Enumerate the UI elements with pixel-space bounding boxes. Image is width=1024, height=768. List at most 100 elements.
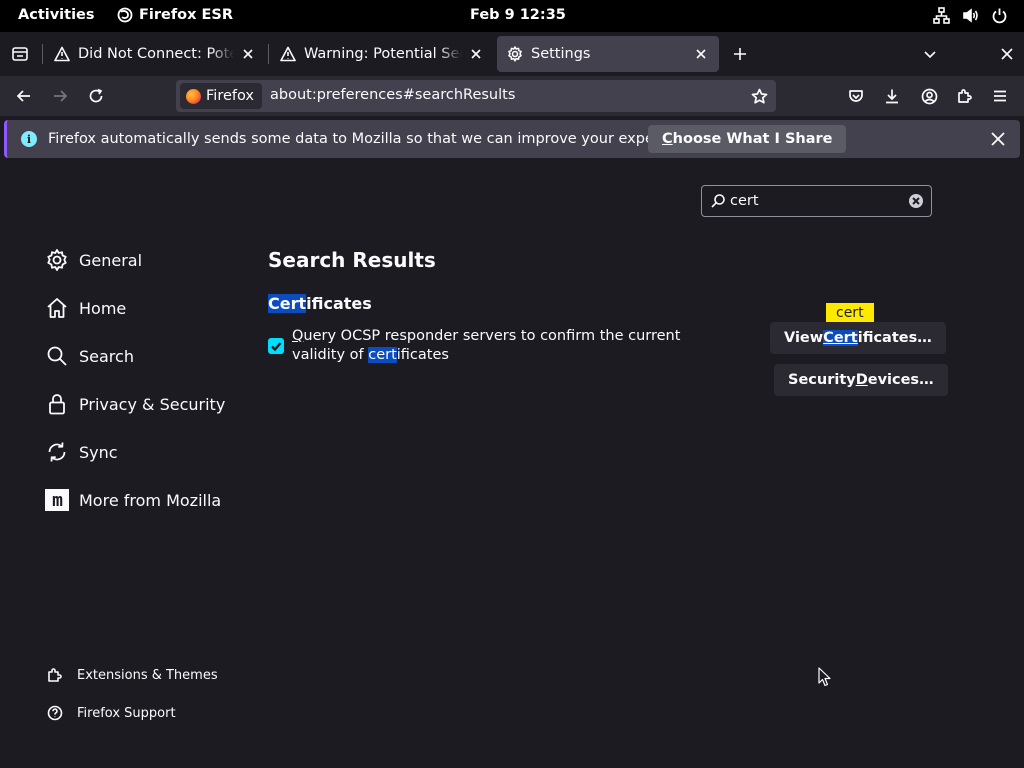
firefox-app-icon [117,7,133,23]
data-reporting-notification: i Firefox automatically sends some data … [4,120,1020,158]
search-highlight: Cert [823,330,858,346]
category-label: Search [79,346,134,366]
category-sync[interactable]: Sync [45,440,118,464]
identity-box[interactable]: Firefox [180,83,262,109]
notification-text: Firefox automatically sends some data to… [48,131,704,147]
account-icon [921,88,937,104]
tab-close-button[interactable] [693,46,709,62]
footer-link-label: Extensions & Themes [77,667,218,683]
activities-button[interactable]: Activities [18,7,95,23]
category-label: General [79,250,143,270]
tab-separator [42,44,43,64]
tab-did-not-connect[interactable]: Did Not Connect: Potential Security Issu… [44,36,266,72]
tab-close-button[interactable] [240,46,256,62]
account-button[interactable] [915,82,943,110]
category-more-from-mozilla[interactable]: m More from Mozilla [45,488,221,512]
arrow-right-icon [54,90,68,102]
url-bar[interactable]: Firefox about:preferences#searchResults [176,80,776,112]
category-search[interactable]: Search [45,344,134,368]
bookmark-star-button[interactable] [748,85,770,107]
tab-separator [268,44,269,64]
tab-title: Settings [531,46,591,62]
extensions-button[interactable] [951,82,979,110]
back-button[interactable] [10,82,38,110]
tab-title: Did Not Connect: Potential Security Issu… [78,46,234,62]
new-tab-button[interactable] [725,39,755,69]
warning-icon [54,46,70,62]
close-icon [696,49,706,59]
puzzle-icon [958,89,972,103]
app-menu[interactable]: Firefox ESR [117,7,233,23]
firefox-logo-icon [186,88,201,104]
download-icon [886,89,898,104]
power-icon [991,7,1008,24]
group-title-rest: ificates [306,294,372,313]
network-icon [933,7,950,24]
close-icon [243,49,253,59]
app-menu-button[interactable] [986,82,1014,110]
search-match-tooltip: cert [826,303,874,328]
clock[interactable]: Feb 9 12:35 [470,7,566,23]
forward-button[interactable] [46,82,74,110]
pocket-button[interactable] [842,82,870,110]
close-icon [471,49,481,59]
info-icon: i [21,131,37,147]
identity-label: Firefox [206,88,254,104]
ocsp-checkbox-label[interactable]: Query OCSP responder servers to confirm … [292,327,732,365]
gear-icon [45,248,69,272]
search-results-title: Search Results [268,248,436,272]
tab-title: Warning: Potential Security Risk Ahead [304,46,462,62]
system-top-bar: Activities Firefox ESR Feb 9 12:35 [0,0,1024,32]
close-icon [991,132,1005,146]
search-icon [45,344,69,368]
settings-search-input[interactable]: cert [701,185,932,217]
button-label: evices… [867,372,934,388]
close-icon [1001,48,1013,60]
reload-button[interactable] [82,82,110,110]
app-name: Firefox ESR [139,7,234,23]
home-icon [45,296,69,320]
extensions-themes-link[interactable]: Extensions & Themes [47,667,218,683]
navigation-toolbar: Firefox about:preferences#searchResults [0,76,1024,116]
button-label: View [784,330,824,346]
plus-icon [734,48,746,60]
choose-what-i-share-button[interactable]: Choose What I Share [648,125,847,153]
help-icon [47,705,63,721]
url-input[interactable]: about:preferences#searchResults [270,87,515,103]
tab-strip: Did Not Connect: Potential Security Issu… [0,32,1024,76]
category-general[interactable]: General [45,248,142,272]
system-status-area[interactable] [933,7,1008,24]
clear-search-button[interactable] [909,194,923,208]
tab-warning-security-risk[interactable]: Warning: Potential Security Risk Ahead [270,36,494,72]
search-highlight: Cert [268,294,307,313]
sync-icon [45,440,69,464]
window-close-button[interactable] [992,39,1022,69]
firefox-support-link[interactable]: Firefox Support [47,705,176,721]
button-label: hoose What I Share [672,131,833,147]
downloads-button[interactable] [878,82,906,110]
security-devices-button[interactable]: Security Devices… [774,364,948,396]
firefox-view-button[interactable] [5,39,35,69]
ocsp-checkbox[interactable] [268,338,284,354]
chevron-down-icon [924,51,936,59]
view-certificates-button[interactable]: View Cert ificates… [770,322,946,354]
button-label: Security [788,372,856,388]
close-icon [912,197,920,205]
list-all-tabs-button[interactable] [915,39,945,69]
category-home[interactable]: Home [45,296,126,320]
label-text: ificates [396,347,449,363]
arrow-left-icon [16,90,30,102]
tab-close-button[interactable] [468,46,484,62]
category-privacy-security[interactable]: Privacy & Security [45,392,225,416]
search-value: cert [730,193,759,209]
category-label: More from Mozilla [79,490,222,510]
firefox-view-icon [12,47,28,61]
checkmark-icon [271,342,282,352]
lock-icon [45,392,69,416]
settings-page: cert General Home Search Privacy & Secur… [0,162,1024,768]
volume-icon [962,7,979,24]
access-key: C [662,131,673,147]
access-key: Q [292,328,304,344]
notification-close-button[interactable] [990,131,1006,147]
tab-settings[interactable]: Settings [497,36,719,72]
